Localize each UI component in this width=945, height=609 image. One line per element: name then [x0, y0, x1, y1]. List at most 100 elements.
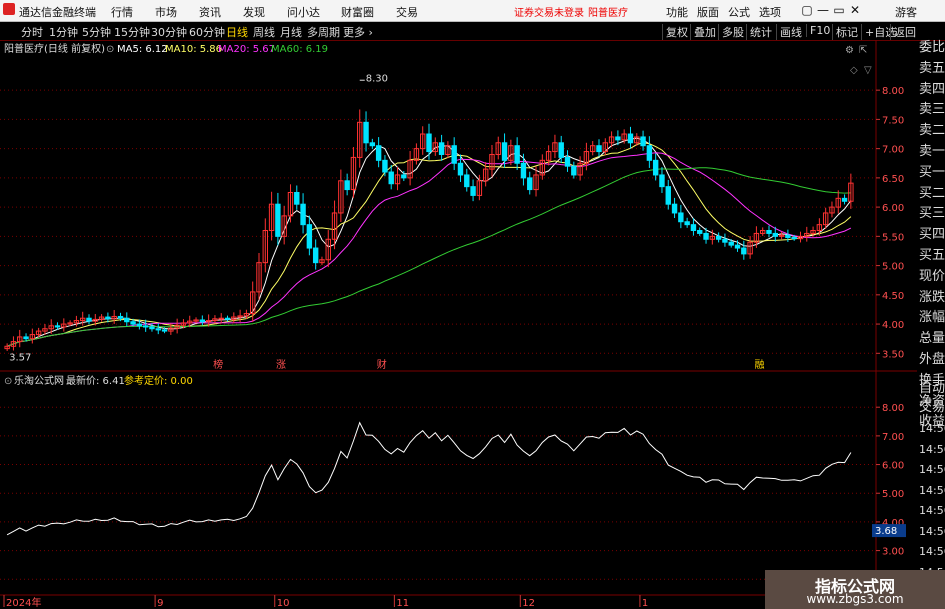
price-tick-label: 6.00	[882, 203, 904, 214]
candle	[760, 227, 766, 236]
price-tick-label: 5.00	[882, 262, 904, 273]
period-intraday[interactable]: 分时	[21, 24, 43, 40]
indicator-latest: 最新价: 6.41	[66, 374, 125, 387]
date-tick-label: 1	[642, 598, 648, 609]
period-30min[interactable]: 30分钟	[151, 24, 187, 40]
indicator-name: 乐淘公式网	[14, 374, 64, 387]
period-monthly[interactable]: 月线	[280, 24, 302, 40]
candle	[407, 150, 413, 186]
candle	[804, 226, 810, 242]
side-panel-field: 买四	[919, 227, 945, 243]
price-tick-label: 5.50	[882, 232, 904, 243]
side-panel-field: 卖一	[919, 144, 945, 159]
candle	[29, 328, 36, 344]
side-panel-auto-trade[interactable]: 交易	[919, 400, 945, 416]
event-marker[interactable]: 榜	[213, 358, 223, 371]
candle	[86, 314, 92, 325]
period-15min[interactable]: 15分钟	[114, 24, 150, 40]
candle	[224, 315, 231, 322]
indicator-tick-label: 6.00	[882, 461, 904, 472]
menu-formula[interactable]: 公式	[728, 4, 750, 20]
f10-button[interactable]: F10	[806, 24, 830, 37]
date-axis: 2024年 9 10 11 12 1	[0, 594, 876, 609]
ma10-label: MA10: 5.86	[165, 44, 222, 55]
event-markers: 榜涨财融	[213, 358, 764, 371]
candle	[111, 310, 117, 324]
menu-options[interactable]: 选项	[759, 4, 781, 20]
menu-discover[interactable]: 发现	[243, 4, 265, 20]
menu-layout[interactable]: 版面	[697, 4, 719, 20]
adjust-button[interactable]: 复权	[662, 24, 688, 40]
chart-expand-icon[interactable]: ⇱	[859, 45, 867, 56]
candle	[659, 167, 665, 193]
menu-ask-xiaoda[interactable]: 问小达	[287, 4, 320, 20]
candle	[665, 179, 671, 210]
candlestick-series	[4, 109, 854, 351]
indicator-value-badge: 3.68	[872, 524, 906, 538]
chart-up-arrow-icon[interactable]: ◇	[850, 65, 858, 76]
period-weekly[interactable]: 周线	[253, 24, 275, 40]
menu-market[interactable]: 市场	[155, 4, 177, 20]
side-panel-field: 委比	[919, 40, 945, 55]
candle	[338, 169, 344, 222]
candle	[344, 173, 350, 196]
period-60min[interactable]: 60分钟	[189, 24, 225, 40]
window-minimize-icon[interactable]: —	[816, 3, 830, 17]
candle	[250, 281, 256, 322]
candle	[564, 150, 571, 172]
draw-line-button[interactable]: 画线	[776, 24, 802, 40]
period-daily[interactable]: 日线	[226, 24, 248, 40]
mark-button[interactable]: 标记	[832, 24, 858, 40]
candle	[375, 137, 382, 168]
menu-function[interactable]: 功能	[666, 4, 688, 20]
date-tick-label: 12	[522, 598, 535, 609]
window-tile-icon[interactable]: ▭	[832, 3, 846, 17]
trade-time: 14:56	[919, 545, 945, 558]
indicator-toggle-icon[interactable]: ⊙	[4, 376, 12, 387]
overlay-button[interactable]: 叠加	[690, 24, 716, 40]
menu-quotes[interactable]: 行情	[111, 4, 133, 20]
candle	[489, 144, 495, 177]
candle	[369, 138, 376, 149]
side-panel-field: 买二	[919, 185, 945, 201]
user-guest[interactable]: 游客	[895, 4, 917, 20]
candle	[98, 314, 105, 322]
event-marker[interactable]: 财	[377, 358, 387, 371]
candle	[268, 191, 275, 241]
event-marker[interactable]: 涨	[276, 359, 286, 371]
period-1min[interactable]: 1分钟	[49, 24, 78, 40]
ma60-label: MA60: 6.19	[271, 44, 328, 55]
menu-news[interactable]: 资讯	[199, 4, 221, 20]
kline-chart[interactable]: 阳普医疗(日线 前复权) ⊙ MA5: 6.12 MA10: 5.86 MA20…	[0, 40, 917, 609]
candle	[627, 126, 634, 149]
candle	[155, 323, 161, 335]
side-panel-field: 现价	[919, 268, 945, 284]
event-marker[interactable]: 融	[755, 359, 765, 371]
period-more[interactable]: 更多 ›	[343, 24, 373, 40]
period-5min[interactable]: 5分钟	[82, 24, 111, 40]
candle	[312, 239, 319, 270]
multi-stock-button[interactable]: 多股	[718, 24, 744, 40]
chart-settings-gear-icon[interactable]: ⚙	[845, 45, 854, 56]
statistics-button[interactable]: 统计	[746, 24, 772, 40]
candle	[73, 315, 80, 327]
candle	[275, 192, 281, 246]
window-close-icon[interactable]: ✕	[848, 3, 862, 17]
candle	[4, 343, 10, 351]
trade-time: 14:56	[919, 422, 945, 435]
candle	[640, 130, 646, 151]
high-price-annotation: 8.30	[366, 73, 388, 84]
menu-trade[interactable]: 交易	[396, 4, 418, 20]
period-multi[interactable]: 多周期	[307, 24, 340, 40]
candle	[231, 312, 237, 324]
login-warning[interactable]: 证券交易未登录	[514, 4, 584, 19]
collapse-toggle-icon[interactable]: ⊙	[106, 44, 114, 55]
chart-down-arrow-icon[interactable]: ▽	[864, 65, 872, 76]
side-panel-field: 卖五	[919, 60, 945, 76]
indicator-series	[6, 421, 852, 536]
candle	[325, 230, 331, 268]
window-restore-icon[interactable]: ▢	[800, 3, 814, 17]
back-button[interactable]: 返回	[890, 24, 916, 40]
menu-wealth-circle[interactable]: 财富圈	[341, 4, 374, 20]
side-panel-auto-trade[interactable]: 自动	[919, 381, 945, 397]
